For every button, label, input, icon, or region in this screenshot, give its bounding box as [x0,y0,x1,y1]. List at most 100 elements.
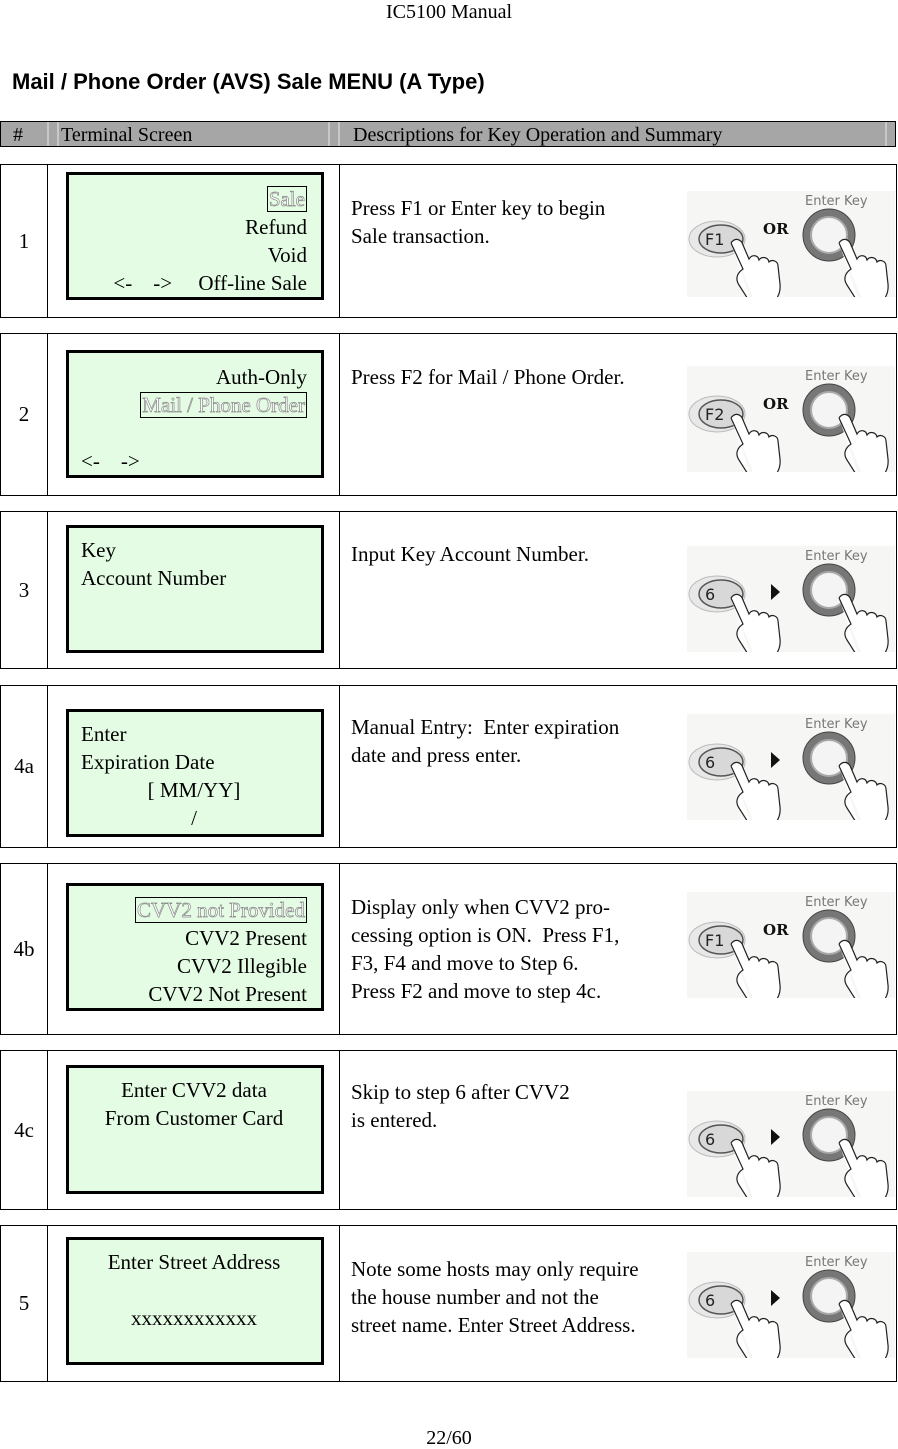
table-row: 4c Enter CVV2 data From Customer Card Sk… [0,1050,897,1225]
running-head: IC5100 Manual [385,1,513,23]
key-illustration: F1 OR Enter Key [687,187,895,325]
enter-key-label: Enter Key [805,549,868,564]
page-title: Mail / Phone Order (AVS) Sale MENU (A Ty… [12,69,485,94]
or-label: OR [763,921,789,939]
step-description: Display only when CVV2 pro- cessing opti… [351,895,620,1003]
step-description: Manual Entry: Enter expiration date and … [351,715,620,767]
step-number: 2 [1,334,48,495]
key-illustration: 6 Enter Key [687,710,895,848]
step-description: Press F1 or Enter key to begin Sale tran… [351,196,606,248]
key-illustration-svg: F1 OR Enter Key [687,892,895,1026]
enter-key-label: Enter Key [805,1255,868,1270]
step-description: Input Key Account Number. [351,542,589,566]
header-separator [885,122,887,146]
header-separator [328,122,330,146]
first-key-label: 6 [705,753,715,772]
table-row: 1 Sale Refund Void <- -> Off-line Sale P… [0,164,897,325]
enter-key-label: Enter Key [805,1094,868,1109]
header-separator [338,122,340,146]
terminal-screen: Key Account Number [66,525,324,653]
screen-line: From Customer Card [104,1106,284,1130]
terminal-screen: Enter Expiration Date [ MM/YY] / [66,709,324,837]
column-divider [339,864,340,1034]
header-terminal-screen: Terminal Screen [61,124,193,146]
first-key-label: F2 [705,405,724,424]
header-num: # [13,124,23,146]
table-row: 5 Enter Street Address xxxxxxxxxxxx Note… [0,1225,897,1386]
table-row: 4a Enter Expiration Date [ MM/YY] / Manu… [0,685,897,848]
enter-key-label: Enter Key [805,717,868,732]
screen-line: <- -> [81,449,140,473]
column-divider [339,512,340,668]
key-illustration: 6 Enter Key [687,1087,895,1225]
screen-line: Mail / Phone Order [81,391,307,419]
header-separator [57,122,59,146]
screen-line: Enter Street Address [107,1250,281,1274]
screen-line: / [191,806,197,830]
or-label: OR [763,220,789,238]
step-number: 4b [1,864,48,1034]
screen-line: Sale [81,185,307,213]
step-number: 4c [1,1051,48,1209]
table-row: 4b CVV2 not Provided CVV2 Present CVV2 I… [0,863,897,1035]
step-number: 1 [1,165,48,317]
terminal-screen: Enter CVV2 data From Customer Card [66,1065,324,1194]
column-divider [339,686,340,847]
key-illustration-svg: F1 OR Enter Key [687,191,895,325]
first-key-label: 6 [705,585,715,604]
table-row: 2 Auth-Only Mail / Phone Order <- -> Pre… [0,333,897,500]
table-row: 3 Key Account Number Input Key Account N… [0,511,897,680]
key-illustration-svg: F2 OR Enter Key [687,366,895,500]
screen-line: Account Number [81,566,227,590]
header-separator [47,122,49,146]
screen-line: CVV2 Not Present [148,982,307,1006]
first-key-label: 6 [705,1291,715,1310]
highlighted-menu-item: Mail / Phone Order [140,392,307,418]
step-number: 3 [1,512,48,668]
key-illustration: F2 OR Enter Key [687,362,895,500]
key-illustration-svg: 6 Enter Key [687,1252,895,1386]
key-illustration-svg: 6 Enter Key [687,1091,895,1225]
terminal-screen: CVV2 not Provided CVV2 Present CVV2 Ille… [66,883,324,1011]
screen-line: Auth-Only [216,365,307,389]
screen-line: [ MM/YY] [147,778,241,802]
step-number: 5 [1,1226,48,1381]
column-divider [339,1051,340,1209]
highlighted-menu-item: Sale [266,186,307,212]
screen-line: Enter CVV2 data [121,1078,267,1102]
screen-line: Void [267,243,307,267]
column-divider [339,334,340,495]
first-key-label: 6 [705,1130,715,1149]
table-header: # Terminal Screen Descriptions for Key O… [0,121,896,147]
first-key-label: F1 [705,931,724,950]
screen-line: Expiration Date [81,750,215,774]
page-number: 22/60 [426,1427,472,1449]
screen-line: CVV2 Illegible [176,954,307,978]
enter-key-label: Enter Key [805,369,868,384]
key-illustration: 6 Enter Key [687,1248,895,1386]
screen-line: Enter [81,722,127,746]
screen-line: CVV2 Present [185,926,307,950]
enter-key-label: Enter Key [805,895,868,910]
key-illustration-svg: 6 Enter Key [687,546,895,680]
column-divider [339,165,340,317]
screen-line: xxxxxxxxxxxx [131,1306,257,1330]
terminal-screen: Sale Refund Void <- -> Off-line Sale [66,172,324,300]
terminal-screen: Enter Street Address xxxxxxxxxxxx [66,1237,324,1365]
screen-line: Key [81,538,116,562]
key-illustration-svg: 6 Enter Key [687,714,895,848]
key-illustration: 6 Enter Key [687,542,895,680]
column-divider [339,1226,340,1381]
screen-line: CVV2 not Provided [81,896,307,924]
step-description: Press F2 for Mail / Phone Order. [351,365,625,389]
terminal-screen: Auth-Only Mail / Phone Order <- -> [66,350,324,478]
step-number: 4a [1,686,48,847]
enter-key-label: Enter Key [805,194,868,209]
key-illustration: F1 OR Enter Key [687,888,895,1026]
first-key-label: F1 [705,230,724,249]
screen-line: <- -> Off-line Sale [113,271,307,295]
highlighted-menu-item: CVV2 not Provided [135,897,307,923]
or-label: OR [763,395,789,413]
header-descriptions: Descriptions for Key Operation and Summa… [353,124,723,146]
step-description: Skip to step 6 after CVV2 is entered. [351,1080,570,1132]
